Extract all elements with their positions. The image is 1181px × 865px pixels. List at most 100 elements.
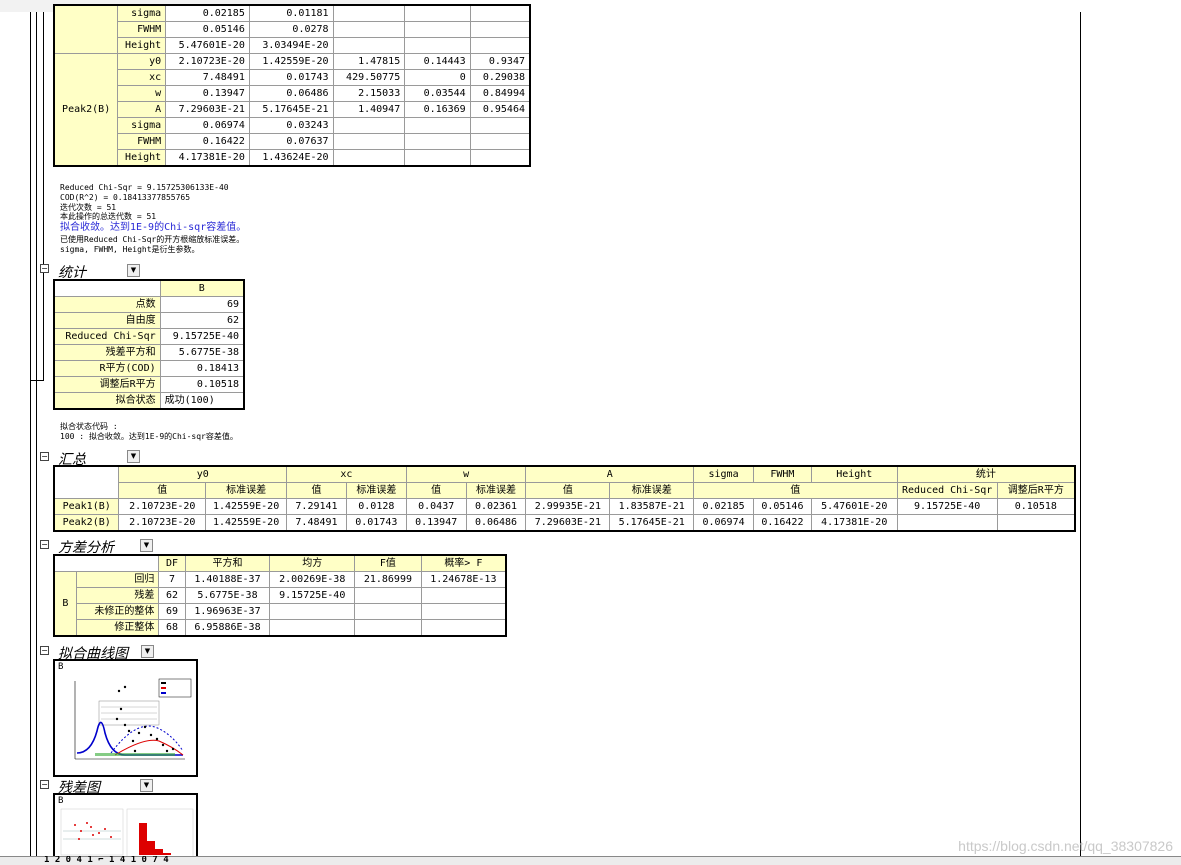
summary-group-header: FWHM <box>752 465 812 483</box>
anova-f: 21.86999 <box>354 571 422 588</box>
param-val: 5.47601E-20 <box>165 37 250 54</box>
stats-value: 成功(100) <box>159 392 245 410</box>
param-name: y0 <box>117 53 167 70</box>
bottom-tab-label[interactable]: 1 2 0 4 1 ⌐ 1 4 1 0 7 4 <box>44 856 169 864</box>
stats-label: 点数 <box>53 296 161 313</box>
anova-group-label: B <box>53 571 77 637</box>
summary-group-header: xc <box>286 465 407 483</box>
collapse-residual-toggle[interactable]: − <box>40 780 49 789</box>
anova-p: 1.24678E-13 <box>420 571 507 588</box>
param-val: 0.16422 <box>165 133 250 150</box>
fitcurve-dropdown-icon[interactable]: ▼ <box>141 645 154 658</box>
anova-ms: 9.15725E-40 <box>269 587 356 604</box>
table-row: Height 4.17381E-20 1.43624E-20 <box>54 149 531 167</box>
peak-group-label: Peak2(B) <box>53 53 119 167</box>
param-val: 0.06974 <box>165 117 250 134</box>
param-p: 0 <box>404 69 471 86</box>
summary-sub-header: 标准误差 <box>345 482 407 499</box>
fit-curve-graph[interactable]: B <box>53 659 198 777</box>
summary-cell <box>896 514 998 532</box>
param-dep: 0.9347 <box>469 53 531 70</box>
summary-cell: 0.01743 <box>345 514 407 532</box>
stats-label: R平方(COD) <box>53 360 161 377</box>
summary-dropdown-icon[interactable]: ▼ <box>127 450 140 463</box>
param-p <box>404 149 471 167</box>
summary-sub-header: 值 <box>525 482 611 499</box>
summary-cell: 0.06486 <box>465 514 527 532</box>
summary-cell: 1.42559E-20 <box>205 498 288 515</box>
anova-row-label: 修正整体 <box>75 619 160 637</box>
param-p <box>404 117 471 134</box>
param-dep <box>469 149 531 167</box>
summary-cell: 2.10723E-20 <box>118 498 207 515</box>
stats-corner <box>54 280 160 297</box>
stats-value: 5.6775E-38 <box>159 344 245 361</box>
param-p <box>404 4 471 22</box>
residual-dropdown-icon[interactable]: ▼ <box>140 779 153 792</box>
summary-group-header: y0 <box>118 465 288 483</box>
anova-col-header: 均方 <box>269 554 356 572</box>
table-row: xc 7.48491 0.01743 429.50775 0 0.29038 <box>54 69 531 86</box>
summary-cell: 5.47601E-20 <box>810 498 898 515</box>
summary-cell: 2.10723E-20 <box>118 514 207 532</box>
table-row: A 7.29603E-21 5.17645E-21 1.40947 0.16369 0.9… <box>54 101 531 118</box>
anova-ms: 2.00269E-38 <box>269 571 356 588</box>
table-row: w 0.13947 0.06486 2.15033 0.03544 0.84994 <box>54 85 531 102</box>
collapse-anova-toggle[interactable]: − <box>40 540 49 549</box>
param-name: sigma <box>117 4 167 22</box>
anova-col-header: 概率> F <box>420 554 507 572</box>
residual-graph[interactable]: B <box>53 793 198 861</box>
param-err: 0.03243 <box>248 117 334 134</box>
param-t: 1.40947 <box>332 101 406 118</box>
note-converged: 拟合收敛。达到1E-9的Chi-sqr容差值。 <box>60 222 247 233</box>
fit-curve-thumbnail <box>74 678 192 760</box>
peak1-group-cell <box>53 4 119 54</box>
peak-parameter-table: sigma 0.02185 0.01181 FWHM 0.05146 0.0278 Heig… <box>53 4 531 167</box>
anova-dropdown-icon[interactable]: ▼ <box>140 539 153 552</box>
stats-dropdown-icon[interactable]: ▼ <box>127 264 140 277</box>
anova-row-label: 残差 <box>75 587 160 604</box>
param-name: xc <box>117 69 167 86</box>
table-row: 残差平方和 5.6775E-38 <box>53 344 245 361</box>
collapse-stats-toggle[interactable]: − <box>40 264 49 273</box>
collapse-summary-toggle[interactable]: − <box>40 452 49 461</box>
anova-table: DF 平方和 均方 F值 概率> F B 回归 7 1.40188E-37 2.00269E-38… <box>53 554 507 637</box>
param-dep <box>469 133 531 150</box>
collapse-fitcurve-toggle[interactable]: − <box>40 646 49 655</box>
param-err: 1.43624E-20 <box>248 149 334 167</box>
param-p <box>404 21 471 38</box>
param-t <box>332 37 406 54</box>
tree-branch <box>30 380 44 381</box>
param-val: 7.29603E-21 <box>165 101 250 118</box>
stats-label: 自由度 <box>53 312 161 329</box>
summary-cell: 7.48491 <box>286 514 347 532</box>
anova-col-header: F值 <box>354 554 422 572</box>
param-name: A <box>117 101 167 118</box>
anova-ss: 1.96963E-37 <box>184 603 271 620</box>
table-row: 拟合状态 成功(100) <box>53 392 245 410</box>
param-dep: 0.29038 <box>469 69 531 86</box>
anova-ms <box>269 619 356 637</box>
summary-cell: 9.15725E-40 <box>896 498 998 515</box>
stats-value: 9.15725E-40 <box>159 328 245 345</box>
summary-cell: 0.16422 <box>752 514 812 532</box>
stats-label: 拟合状态 <box>53 392 161 410</box>
table-row: 点数 69 <box>53 296 245 313</box>
summary-group-header: A <box>525 465 695 483</box>
anova-df: 69 <box>158 603 186 620</box>
note-derived: sigma, FWHM, Height是衍生参数。 <box>60 245 200 254</box>
summary-sub-header: 标准误差 <box>609 482 695 499</box>
table-row: 调整后R平方 0.10518 <box>53 376 245 393</box>
summary-cell: 0.0128 <box>345 498 407 515</box>
param-t <box>332 21 406 38</box>
table-row: 残差 62 5.6775E-38 9.15725E-40 <box>54 587 507 604</box>
summary-group-header: w <box>405 465 527 483</box>
summary-cell: 0.13947 <box>405 514 467 532</box>
summary-cell: 0.05146 <box>752 498 812 515</box>
stats-col-header: B <box>159 279 245 297</box>
anova-corner <box>54 555 159 572</box>
param-p <box>404 133 471 150</box>
anova-row-label: 未修正的整体 <box>75 603 160 620</box>
stats-table: B 点数 69 自由度 62 Reduced Chi-Sqr 9.15725E-40 残差平方… <box>53 279 245 410</box>
summary-sub-header: Reduced Chi-Sqr <box>896 482 998 499</box>
